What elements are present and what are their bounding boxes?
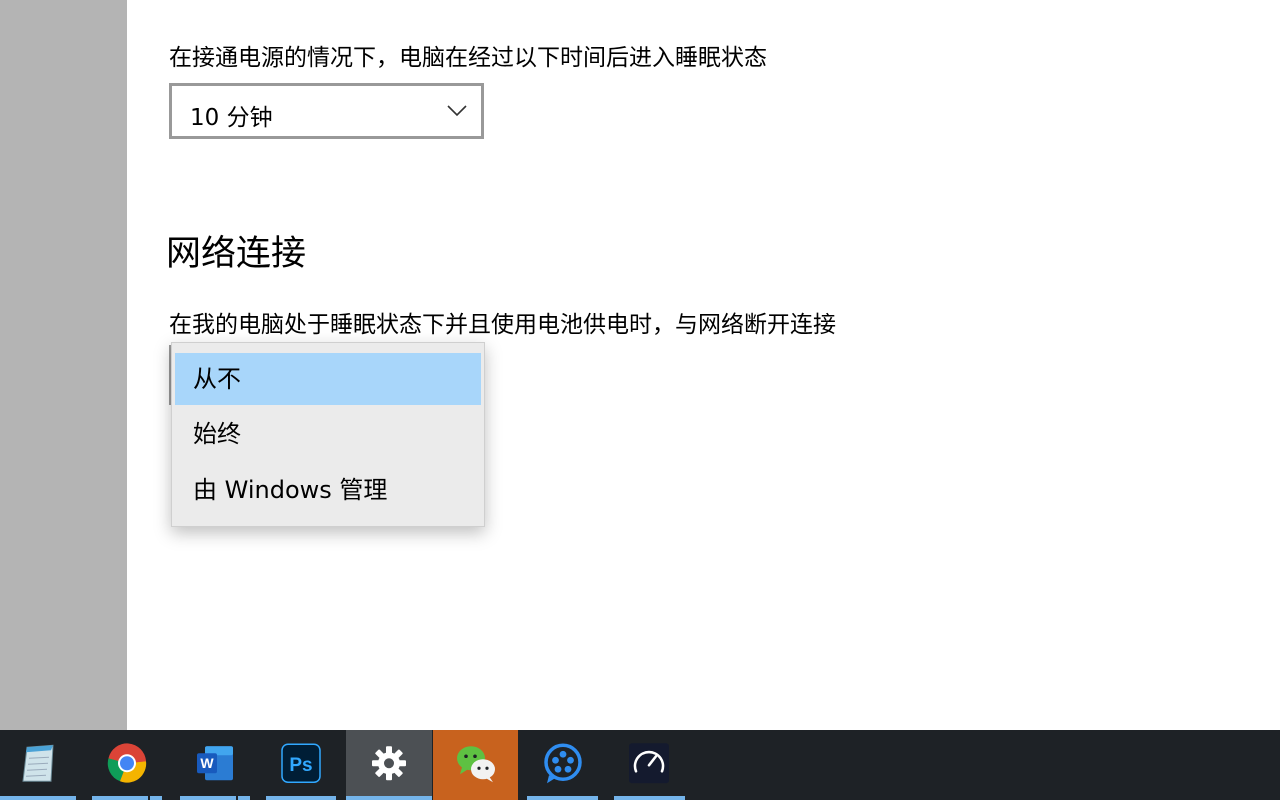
network-section-title: 网络连接 [166, 234, 307, 274]
network-options-list: 从不 始终 由 Windows 管理 [171, 342, 485, 527]
chevron-down-icon [447, 105, 467, 117]
taskbar-word[interactable]: W [178, 730, 252, 800]
sleep-timeout-dropdown[interactable]: 10 分钟 [169, 83, 484, 139]
speedometer-icon [629, 743, 669, 784]
option-never[interactable]: 从不 [175, 353, 481, 405]
video-editor-icon [544, 743, 582, 784]
taskbar-video-editor[interactable] [526, 730, 600, 800]
nav-pane-edge [0, 0, 127, 730]
taskbar-wechat[interactable] [433, 730, 518, 800]
wechat-icon [456, 746, 495, 783]
word-window-stack-indicator [238, 796, 250, 800]
chrome-running-indicator [92, 796, 148, 800]
photoshop-icon: Ps [281, 743, 321, 783]
word-running-indicator [180, 796, 236, 800]
taskbar-chrome[interactable] [90, 730, 164, 800]
settings-active-indicator [346, 796, 432, 800]
taskbar-speedtest[interactable] [612, 730, 686, 800]
option-managed-by-windows[interactable]: 由 Windows 管理 [175, 464, 481, 516]
settings-gear-icon [372, 746, 406, 781]
speedtest-running-indicator [614, 796, 685, 800]
word-icon: W [197, 746, 233, 781]
svg-text:W: W [200, 755, 214, 771]
notepad-icon [22, 744, 54, 782]
chrome-icon [107, 743, 147, 783]
video-editor-running-indicator [527, 796, 598, 800]
taskbar-settings[interactable] [346, 730, 432, 800]
network-setting-label: 在我的电脑处于睡眠状态下并且使用电池供电时，与网络断开连接 [169, 312, 836, 338]
sleep-timeout-value: 10 分钟 [190, 105, 273, 131]
notepad-running-indicator [0, 796, 76, 800]
taskbar-photoshop[interactable]: Ps [264, 730, 338, 800]
chrome-window-stack-indicator [150, 796, 162, 800]
taskbar-notepad[interactable] [0, 730, 78, 800]
sleep-setting-label: 在接通电源的情况下，电脑在经过以下时间后进入睡眠状态 [169, 45, 767, 71]
photoshop-running-indicator [266, 796, 336, 800]
option-always[interactable]: 始终 [175, 408, 481, 460]
svg-text:Ps: Ps [289, 755, 312, 776]
taskbar: W Ps [0, 730, 1280, 800]
